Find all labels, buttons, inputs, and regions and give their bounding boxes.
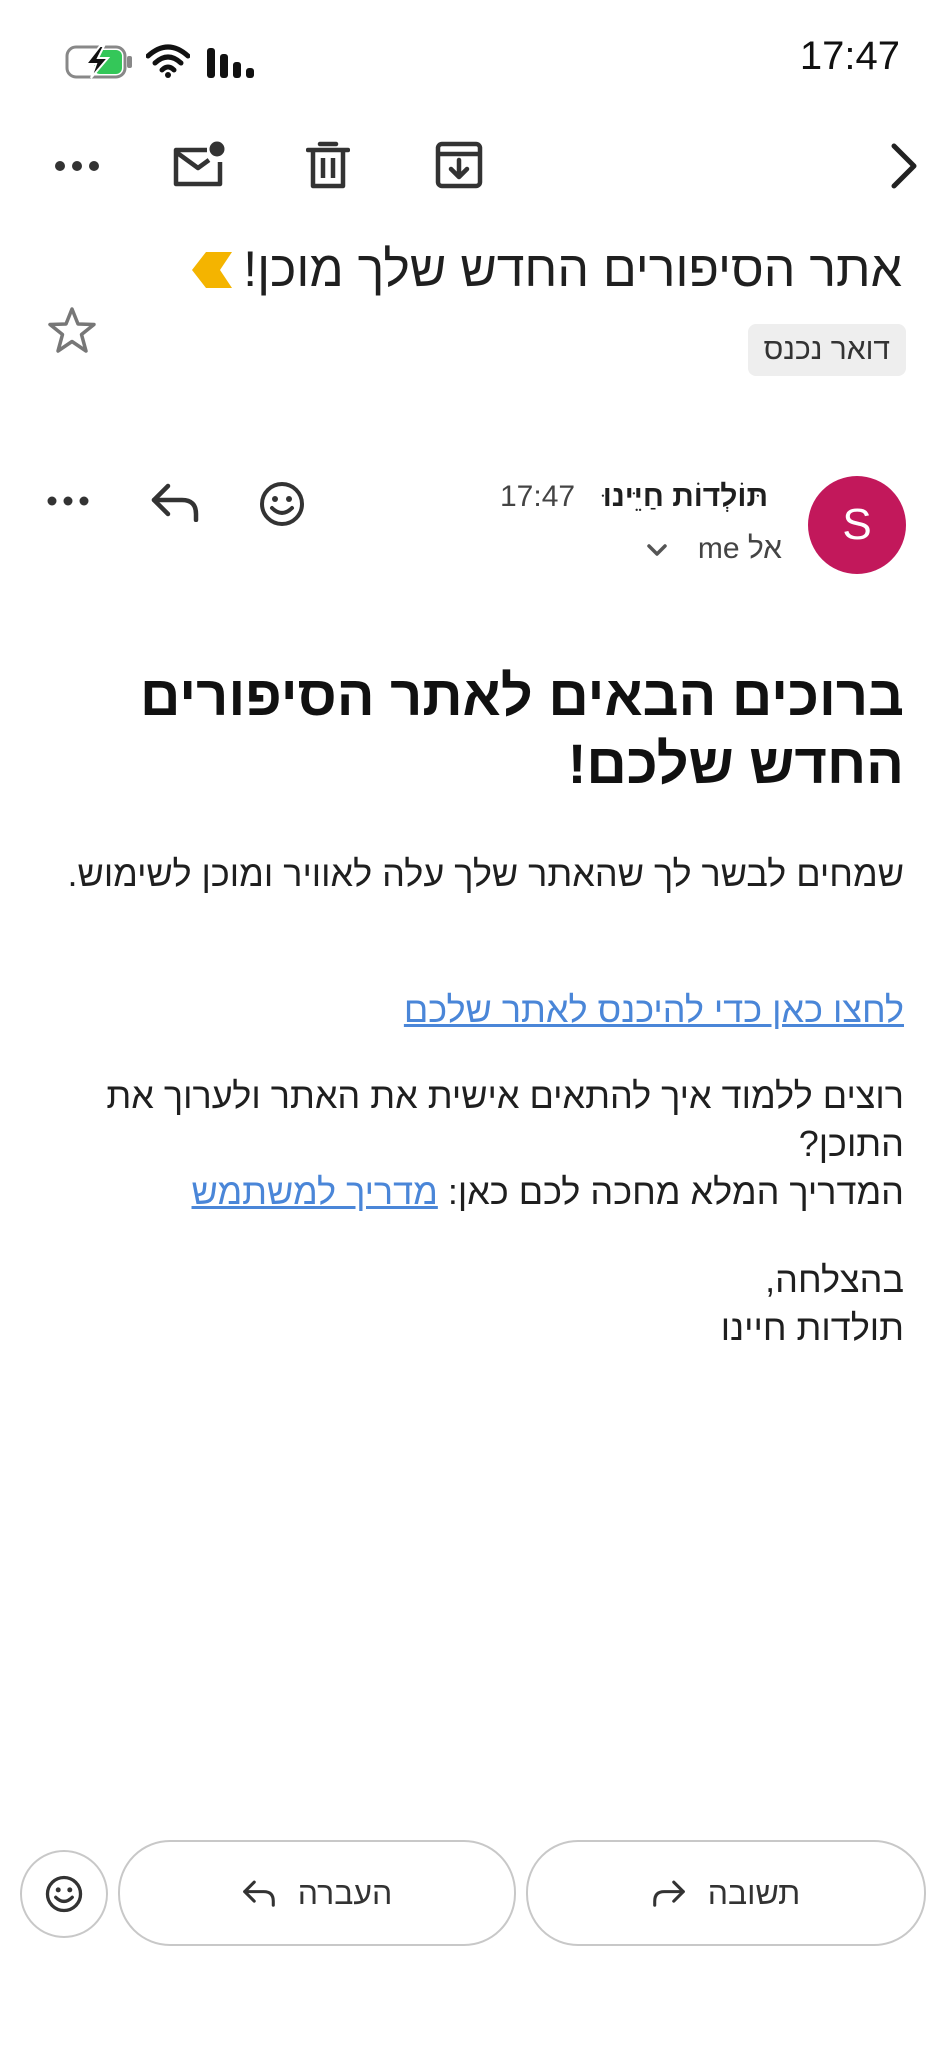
archive-button[interactable] xyxy=(430,136,488,194)
forward-label: העברה xyxy=(297,1874,393,1911)
chevron-right-icon xyxy=(891,143,917,189)
enter-site-link[interactable]: לחצו כאן כדי להיכנס לאתר שלכם xyxy=(404,989,904,1030)
intro-paragraph: שמחים לבשר לך שהאתר שלך עלה לאוויר ומוכן… xyxy=(67,853,904,894)
react-emoji-button[interactable] xyxy=(254,476,310,532)
expand-details-icon[interactable] xyxy=(646,542,668,558)
reply-icon xyxy=(151,483,199,522)
user-guide-link[interactable]: מדריך למשתמש xyxy=(192,1171,438,1212)
more-message-options-button[interactable] xyxy=(40,478,96,524)
guide-paragraph: רוצים ללמוד איך להתאים אישית את האתר ולע… xyxy=(44,1072,904,1216)
reply-bottom-button[interactable]: תשובה xyxy=(526,1840,926,1946)
battery-icon xyxy=(64,44,134,80)
reply-icon xyxy=(652,1880,685,1907)
mark-unread-button[interactable] xyxy=(168,136,230,194)
trash-icon xyxy=(306,141,350,189)
wifi-icon xyxy=(146,44,190,78)
reply-button[interactable] xyxy=(146,476,204,528)
sender-name: תּוֹלְדוֹת חַיֵּינוּ xyxy=(602,480,768,513)
learn-text: רוצים ללמוד איך להתאים אישית את האתר ולע… xyxy=(106,1075,904,1164)
sender-time: 17:47 xyxy=(500,480,576,513)
forward-button[interactable]: העברה xyxy=(118,1840,516,1946)
signature: תולדות חיינו xyxy=(720,1307,904,1348)
reply-label: תשובה xyxy=(707,1874,801,1911)
star-icon xyxy=(48,307,96,353)
enter-site-paragraph: לחצו כאן כדי להיכנס לאתר שלכם xyxy=(44,986,904,1034)
guide-prefix: המדריך המלא מחכה לכם כאן: xyxy=(447,1171,904,1212)
star-button[interactable] xyxy=(42,300,102,360)
next-email-button[interactable] xyxy=(882,138,926,194)
guide-line: המדריך המלא מחכה לכם כאן: מדריך למשתמש xyxy=(44,1168,904,1216)
forward-icon xyxy=(242,1880,275,1907)
email-headline: ברוכים הבאים לאתר הסיפורים החדש שלכם! xyxy=(140,664,904,795)
label-chip-inbox[interactable]: דואר נכנס xyxy=(747,324,906,376)
more-horiz-icon xyxy=(47,496,89,506)
avatar[interactable]: S xyxy=(808,476,906,574)
important-marker-icon[interactable] xyxy=(190,250,234,290)
smiley-icon xyxy=(260,482,304,526)
more-horiz-icon xyxy=(55,161,99,171)
mark-unread-icon xyxy=(173,141,225,187)
smiley-icon xyxy=(45,1875,83,1913)
email-subject: אתר הסיפורים החדש שלך מוכן! xyxy=(243,241,902,297)
signoff: בהצלחה, xyxy=(765,1259,904,1300)
emoji-reaction-button[interactable] xyxy=(20,1850,108,1938)
signature-block: בהצלחה, תולדות חיינו xyxy=(44,1256,904,1352)
more-options-button[interactable] xyxy=(44,140,110,192)
archive-icon xyxy=(435,141,483,189)
status-bar: 17:47 xyxy=(0,0,946,110)
signal-icon xyxy=(206,46,256,78)
status-time: 17:47 xyxy=(799,34,900,78)
recipient-line: אל me xyxy=(697,532,782,565)
delete-button[interactable] xyxy=(300,136,356,194)
